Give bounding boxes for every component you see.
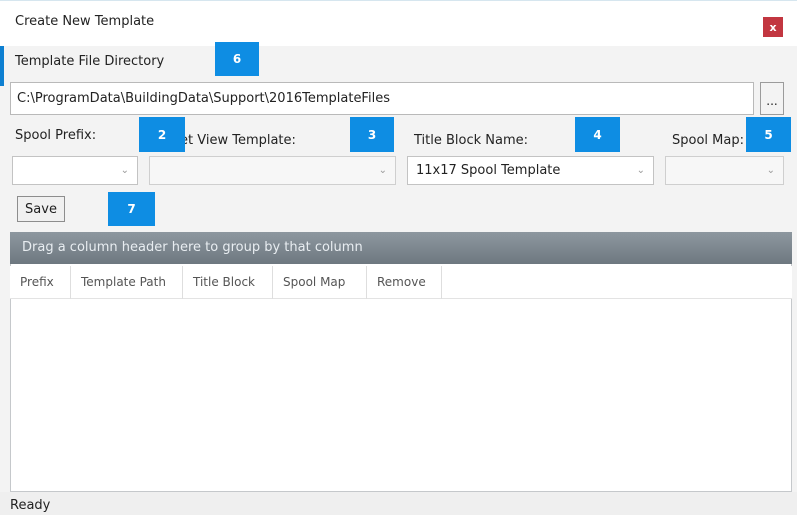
template-directory-label: Template File Directory xyxy=(15,54,165,69)
sheet-view-template-combo[interactable]: ⌄ xyxy=(149,156,396,185)
save-button[interactable]: Save xyxy=(17,196,65,222)
column-header-remove[interactable]: Remove xyxy=(367,266,442,299)
spool-map-label: Spool Map: xyxy=(672,133,744,148)
callout-2: 2 xyxy=(139,117,185,152)
close-icon: x xyxy=(769,20,777,34)
chevron-down-icon: ⌄ xyxy=(766,165,775,176)
callout-6: 6 xyxy=(215,42,259,76)
callout-7: 7 xyxy=(108,192,155,226)
window-title: Create New Template xyxy=(15,14,155,29)
status-text: Ready xyxy=(10,498,51,513)
chevron-down-icon: ⌄ xyxy=(636,165,645,176)
sheet-view-template-label: et View Template: xyxy=(180,133,296,148)
spool-prefix-combo[interactable]: ⌄ xyxy=(12,156,138,185)
chevron-down-icon: ⌄ xyxy=(120,165,129,176)
left-marker xyxy=(0,46,4,86)
callout-4: 4 xyxy=(575,117,620,152)
callout-3: 3 xyxy=(350,117,394,152)
spool-prefix-label: Spool Prefix: xyxy=(15,128,97,143)
spool-map-combo[interactable]: ⌄ xyxy=(665,156,784,185)
template-directory-input[interactable]: C:\ProgramData\BuildingData\Support\2016… xyxy=(10,82,754,115)
column-header-title-block[interactable]: Title Block xyxy=(183,266,273,299)
title-block-name-value: 11x17 Spool Template xyxy=(416,163,561,178)
title-block-name-combo[interactable]: 11x17 Spool Template ⌄ xyxy=(407,156,654,185)
browse-button[interactable]: ... xyxy=(760,82,784,115)
chevron-down-icon: ⌄ xyxy=(378,165,387,176)
callout-5: 5 xyxy=(746,117,791,152)
column-header-spool-map[interactable]: Spool Map xyxy=(273,266,367,299)
group-panel[interactable]: Drag a column header here to group by th… xyxy=(10,232,792,264)
title-block-name-label: Title Block Name: xyxy=(414,133,529,148)
close-button[interactable]: x xyxy=(763,17,783,37)
column-header-prefix[interactable]: Prefix xyxy=(10,266,71,299)
grid-header-row: Prefix Template Path Title Block Spool M… xyxy=(10,266,792,299)
status-bar xyxy=(0,492,797,515)
column-header-template-path[interactable]: Template Path xyxy=(71,266,183,299)
